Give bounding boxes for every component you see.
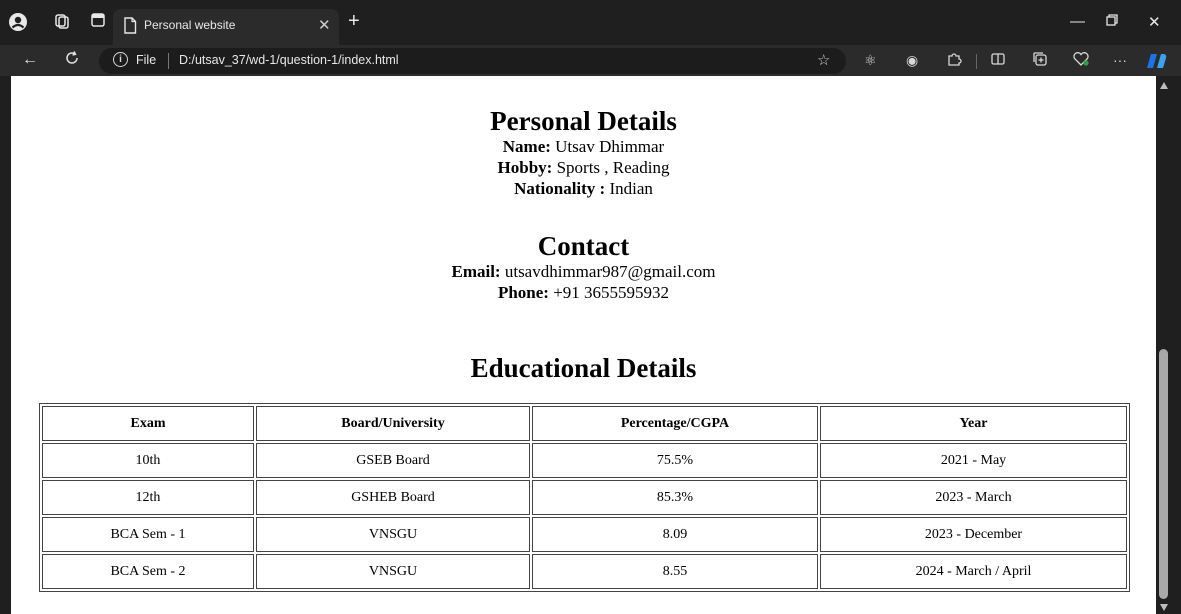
- table-cell: 10th: [42, 443, 254, 478]
- address-url[interactable]: D:/utsav_37/wd-1/question-1/index.html: [179, 53, 399, 67]
- refresh-icon[interactable]: [64, 50, 80, 72]
- hobby-value: Sports , Reading: [556, 158, 670, 177]
- tab-actions-icon[interactable]: [88, 12, 108, 32]
- table-cell: VNSGU: [256, 554, 530, 589]
- hobby-label: Hobby:: [497, 158, 553, 177]
- minimize-icon[interactable]: —: [1070, 13, 1085, 30]
- collections-icon[interactable]: [1032, 51, 1048, 71]
- table-cell: GSEB Board: [256, 443, 530, 478]
- address-separator: [168, 53, 169, 69]
- profile-icon[interactable]: [8, 12, 28, 32]
- browser-tab-active[interactable]: Personal website ✕: [113, 9, 339, 45]
- react-devtools-icon[interactable]: ⚛: [864, 51, 877, 69]
- email-value: utsavdhimmar987@gmail.com: [504, 262, 716, 281]
- more-icon[interactable]: ···: [1113, 51, 1127, 69]
- restore-icon[interactable]: [1106, 13, 1118, 30]
- nationality-label: Nationality :: [514, 179, 606, 198]
- table-cell: BCA Sem - 2: [42, 554, 254, 589]
- table-cell: GSHEB Board: [256, 480, 530, 515]
- table-cell: 2023 - March: [820, 480, 1127, 515]
- column-header-board: Board/University: [256, 406, 530, 441]
- table-header-row: Exam Board/University Percentage/CGPA Ye…: [42, 406, 1127, 441]
- phone-line: Phone: +91 3655595932: [11, 282, 1156, 303]
- education-table: Exam Board/University Percentage/CGPA Ye…: [39, 403, 1130, 592]
- phone-label: Phone:: [497, 283, 549, 302]
- table-cell: 12th: [42, 480, 254, 515]
- table-cell: 85.3%: [532, 480, 818, 515]
- table-cell: 8.09: [532, 517, 818, 552]
- column-header-exam: Exam: [42, 406, 254, 441]
- favorite-star-icon[interactable]: ☆: [817, 51, 830, 69]
- window-close-icon[interactable]: ✕: [1148, 13, 1161, 31]
- name-label: Name:: [502, 137, 551, 156]
- column-header-year: Year: [820, 406, 1127, 441]
- table-cell: 8.55: [532, 554, 818, 589]
- tab-title: Personal website: [144, 18, 236, 32]
- table-cell: 2023 - December: [820, 517, 1127, 552]
- hobby-line: Hobby: Sports , Reading: [11, 157, 1156, 178]
- column-header-percentage: Percentage/CGPA: [532, 406, 818, 441]
- table-row: 12th GSHEB Board 85.3% 2023 - March: [42, 480, 1127, 515]
- back-icon[interactable]: ←: [22, 50, 38, 70]
- educational-details-heading: Educational Details: [470, 353, 697, 383]
- extensions-puzzle-icon[interactable]: [946, 51, 962, 71]
- info-icon[interactable]: i: [113, 52, 128, 67]
- scrollbar-thumb[interactable]: [1159, 349, 1168, 599]
- table-row: BCA Sem - 2 VNSGU 8.55 2024 - March / Ap…: [42, 554, 1127, 589]
- toolbar-divider: [976, 54, 977, 69]
- table-cell: 75.5%: [532, 443, 818, 478]
- copilot-icon[interactable]: [1146, 52, 1168, 70]
- phone-value: +91 3655595932: [553, 283, 670, 302]
- educational-details-section: Educational Details: [11, 353, 1156, 383]
- nationality-line: Nationality : Indian: [11, 178, 1156, 199]
- nationality-value: Indian: [609, 179, 653, 198]
- address-scheme-label: File: [136, 53, 157, 67]
- browser-toolbar: ← i File D:/utsav_37/wd-1/question-1/ind…: [0, 45, 1181, 76]
- page-viewport: Personal Details Name: Utsav Dhimmar Hob…: [11, 76, 1156, 614]
- table-cell: 2024 - March / April: [820, 554, 1127, 589]
- scroll-up-arrow-icon[interactable]: [1160, 82, 1168, 89]
- window-edge: [0, 76, 11, 614]
- table-cell: VNSGU: [256, 517, 530, 552]
- table-cell: BCA Sem - 1: [42, 517, 254, 552]
- page-icon: [123, 17, 137, 34]
- personal-details-section: Personal Details Name: Utsav Dhimmar Hob…: [11, 106, 1156, 199]
- table-row: 10th GSEB Board 75.5% 2021 - May: [42, 443, 1127, 478]
- table-cell: 2021 - May: [820, 443, 1127, 478]
- close-icon[interactable]: ✕: [318, 16, 331, 34]
- contact-section: Contact Email: utsavdhimmar987@gmail.com…: [11, 231, 1156, 303]
- new-tab-icon[interactable]: +: [348, 11, 360, 31]
- email-label: Email:: [451, 262, 501, 281]
- browser-essentials-icon[interactable]: [1072, 51, 1090, 71]
- address-bar[interactable]: i File D:/utsav_37/wd-1/question-1/index…: [99, 48, 846, 74]
- table-row: BCA Sem - 1 VNSGU 8.09 2023 - December: [42, 517, 1127, 552]
- extension-icon[interactable]: ◉: [906, 51, 918, 69]
- workspaces-icon[interactable]: [52, 12, 72, 32]
- scroll-down-arrow-icon[interactable]: [1160, 604, 1168, 611]
- email-line: Email: utsavdhimmar987@gmail.com: [11, 261, 1156, 282]
- contact-heading: Contact: [537, 231, 630, 261]
- name-line: Name: Utsav Dhimmar: [11, 136, 1156, 157]
- name-value: Utsav Dhimmar: [555, 137, 665, 156]
- personal-details-heading: Personal Details: [490, 106, 677, 136]
- split-screen-icon[interactable]: [990, 51, 1006, 71]
- browser-title-bar: Personal website ✕ + — ✕: [0, 0, 1181, 45]
